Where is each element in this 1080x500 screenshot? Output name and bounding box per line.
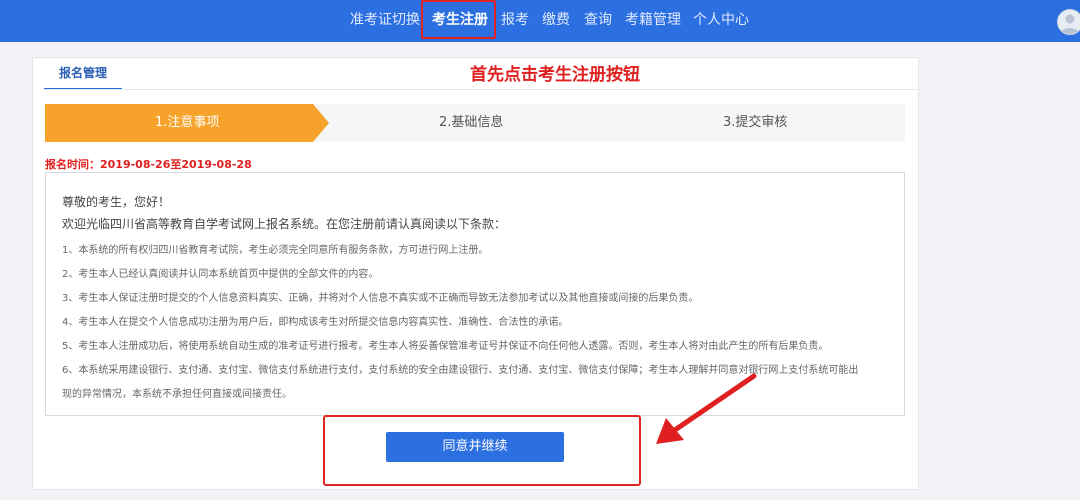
nav-item-admission-ticket-switch[interactable]: 准考证切换 — [350, 0, 420, 42]
main-nav: 准考证切换 考生注册 报考 缴费 查询 考籍管理 个人中心 — [0, 0, 1080, 42]
nav-item-apply-exam[interactable]: 报考 — [501, 0, 529, 42]
annotation-instruction: 首先点击考生注册按钮 — [470, 65, 640, 85]
notice-intro: 欢迎光临四川省高等教育自学考试网上报名系统。在您注册前请认真阅读以下条款： — [62, 217, 507, 231]
nav-item-registry-management[interactable]: 考籍管理 — [625, 0, 681, 42]
notice-clause: 现的异常情况，本系统不承担任何直接或间接责任。 — [62, 389, 292, 400]
user-avatar-icon[interactable] — [1057, 9, 1080, 35]
step-notice: 1.注意事项 — [155, 115, 220, 130]
notice-clause: 2、考生本人已经认真阅读并认同本系统首页中提供的全部文件的内容。 — [62, 269, 379, 280]
step-submit-review: 3.提交审核 — [723, 115, 788, 130]
nav-item-payment[interactable]: 缴费 — [542, 0, 570, 42]
notice-clause: 4、考生本人在提交个人信息成功注册为用户后，即构成该考生对所提交信息内容真实性、… — [62, 317, 569, 328]
button-highlight-box — [323, 415, 641, 486]
notice-greeting: 尊敬的考生，您好！ — [62, 195, 171, 209]
notice-clause: 5、考生本人注册成功后，将使用系统自动生成的准考证号进行报考。考生本人将妥善保管… — [62, 341, 829, 352]
nav-item-query[interactable]: 查询 — [584, 0, 612, 42]
step-basic-info: 2.基础信息 — [439, 115, 504, 130]
registration-time: 报名时间：2019-08-26至2019-08-28 — [45, 158, 252, 171]
nav-item-personal-center[interactable]: 个人中心 — [693, 0, 749, 42]
tab-registration-management[interactable]: 报名管理 — [44, 58, 122, 90]
tab-divider — [44, 89, 918, 90]
notice-clause: 1、本系统的所有权归四川省教育考试院，考生必须完全同意所有服务条款，方可进行网上… — [62, 245, 489, 256]
notice-clause: 3、考生本人保证注册时提交的个人信息资料真实、正确，并将对个人信息不真实或不正确… — [62, 293, 699, 304]
nav-highlight-box — [421, 0, 496, 39]
step-indicator: 1.注意事项 2.基础信息 3.提交审核 — [45, 104, 905, 142]
terms-notice-box: 尊敬的考生，您好！ 欢迎光临四川省高等教育自学考试网上报名系统。在您注册前请认真… — [45, 172, 905, 416]
annotation-arrow-icon — [656, 373, 757, 444]
